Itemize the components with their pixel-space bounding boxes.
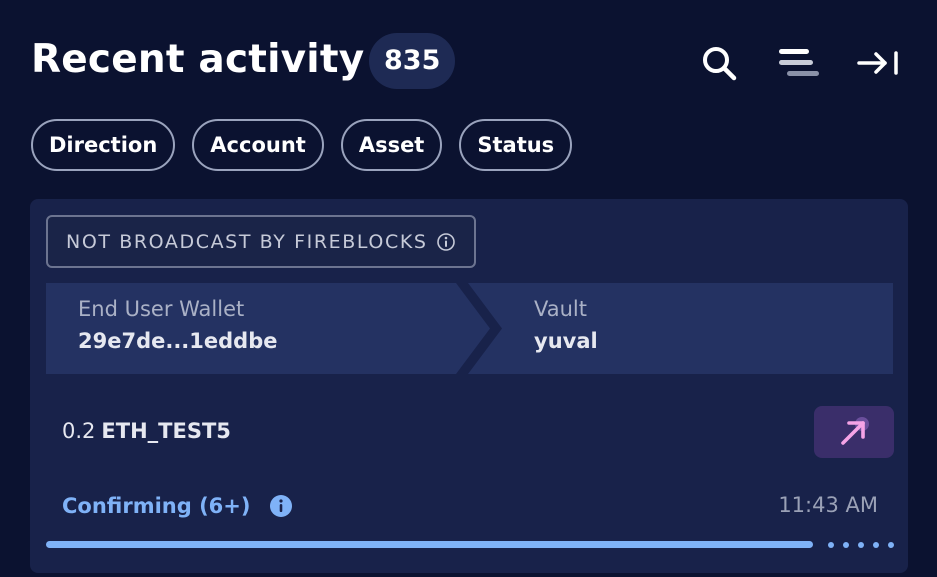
progress-dot — [888, 541, 894, 548]
route-source: End User Wallet 29e7de...1eddbe — [78, 297, 277, 353]
collapse-to-right-icon — [857, 51, 898, 75]
progress-dot — [828, 541, 834, 548]
info-icon[interactable] — [269, 494, 293, 518]
transaction-time: 11:43 AM — [778, 493, 878, 517]
filter-chips: Direction Account Asset Status — [31, 119, 573, 171]
progress-dot — [873, 541, 879, 548]
activity-count-badge: 835 — [369, 33, 456, 89]
confirmation-progress — [46, 541, 894, 548]
view-options-button[interactable] — [777, 41, 821, 85]
info-outline-icon[interactable] — [436, 232, 456, 252]
broadcast-badge-text: NOT BROADCAST BY FIREBLOCKS — [66, 230, 428, 253]
filter-lines-icon — [779, 49, 819, 76]
progress-fill — [46, 541, 814, 548]
asset-symbol: ETH_TEST5 — [101, 419, 231, 443]
arrow-up-right-icon — [841, 417, 869, 445]
source-label: End User Wallet — [78, 297, 245, 321]
direction-button[interactable] — [814, 406, 894, 458]
transfer-route: End User Wallet 29e7de...1eddbe Vault yu… — [46, 283, 893, 374]
filter-status[interactable]: Status — [459, 119, 573, 171]
filter-account[interactable]: Account — [192, 119, 324, 171]
source-address: 29e7de...1eddbe — [78, 329, 278, 353]
filter-direction[interactable]: Direction — [31, 119, 176, 171]
status-label: Confirming (6+) — [62, 494, 251, 518]
amount-value: 0.2 — [62, 419, 96, 443]
activity-header: Recent activity 835 — [31, 33, 901, 91]
filter-asset[interactable]: Asset — [340, 119, 443, 171]
destination-name: yuval — [534, 329, 598, 353]
search-icon — [703, 47, 737, 81]
progress-dot — [843, 541, 849, 548]
transaction-amount: 0.2 ETH_TEST5 — [62, 419, 231, 443]
progress-remaining-dots — [828, 541, 894, 548]
destination-label: Vault — [534, 297, 587, 321]
progress-dot — [858, 541, 864, 548]
search-button[interactable] — [697, 41, 741, 85]
page-title: Recent activity — [31, 37, 365, 82]
route-destination: Vault yuval — [534, 297, 598, 353]
collapse-panel-button[interactable] — [856, 41, 900, 85]
transaction-card[interactable]: NOT BROADCAST BY FIREBLOCKS End User Wal… — [30, 199, 908, 573]
transaction-status: Confirming (6+) — [62, 494, 293, 518]
broadcast-badge: NOT BROADCAST BY FIREBLOCKS — [46, 215, 476, 268]
